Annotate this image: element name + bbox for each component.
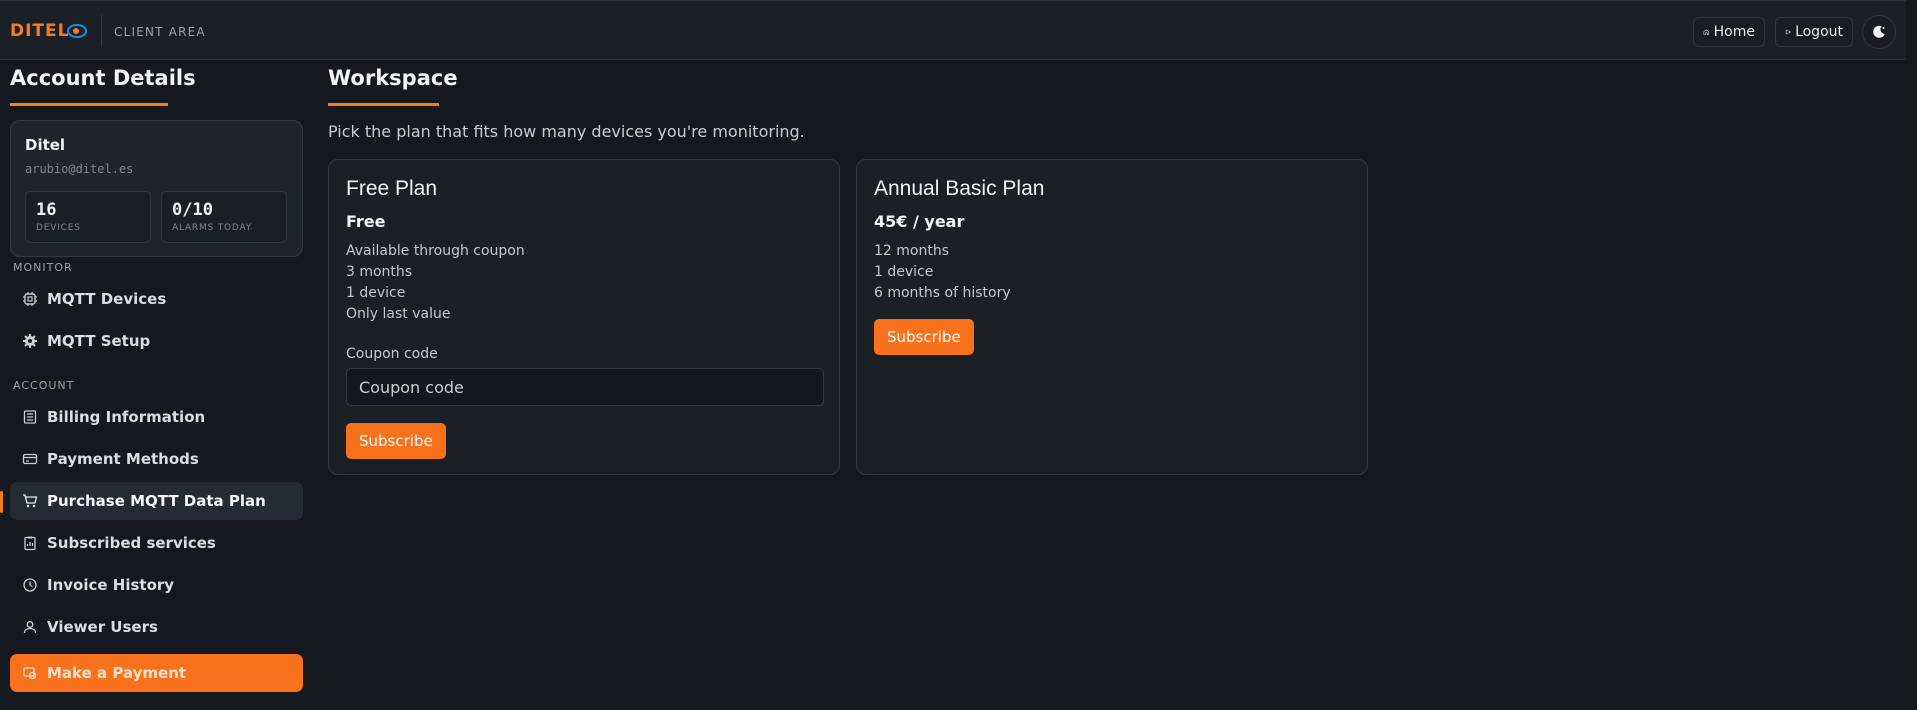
plan-feature: 1 device <box>874 264 934 280</box>
devices-label: DEVICES <box>36 223 81 233</box>
logo-text: DITEL <box>10 21 70 41</box>
sidebar-item-billing-information[interactable]: Billing Information <box>10 398 303 436</box>
sidebar-item-label: Subscribed services <box>47 534 216 552</box>
sidebar-item-label: MQTT Devices <box>47 290 167 308</box>
home-label: Home <box>1713 24 1755 40</box>
make-a-payment-button[interactable]: Make a Payment <box>10 654 303 692</box>
sidebar-item-subscribed-services[interactable]: Subscribed services <box>10 524 303 562</box>
plan-feature: 1 device <box>346 285 406 301</box>
sidebar-item-viewer-users[interactable]: Viewer Users <box>10 608 303 646</box>
plan-feature: Available through coupon <box>346 243 525 259</box>
free-plan-card: Free Plan Free Available through coupon … <box>328 159 840 475</box>
devices-count: 16 <box>36 200 57 220</box>
ditel-logo[interactable]: DITEL <box>10 20 88 42</box>
page-subtitle: Pick the plan that fits how many devices… <box>328 122 805 141</box>
devices-stat: 16 DEVICES <box>25 191 151 243</box>
home-icon <box>1703 29 1710 35</box>
credit-card-icon <box>22 453 38 465</box>
free-plan-subscribe-button[interactable]: Subscribe <box>346 423 446 459</box>
account-email: arubio@ditel.es <box>25 162 134 176</box>
sidebar-item-label: Viewer Users <box>47 618 158 636</box>
plan-name: Annual Basic Plan <box>874 177 1045 200</box>
annual-plan-subscribe-button[interactable]: Subscribe <box>874 319 974 355</box>
coupon-code-label: Coupon code <box>346 346 438 362</box>
home-button[interactable]: Home <box>1693 17 1765 47</box>
sidebar-title: Account Details <box>10 66 196 90</box>
user-icon <box>23 621 37 634</box>
monitor-section-label: MONITOR <box>13 261 73 274</box>
plan-price: 45€ / year <box>874 212 965 231</box>
logo-mark-icon <box>67 23 88 39</box>
annual-basic-plan-card: Annual Basic Plan 45€ / year 12 months 1… <box>856 159 1368 475</box>
alarms-label: ALARMS TODAY <box>172 223 253 233</box>
theme-toggle-button[interactable] <box>1862 15 1896 49</box>
clipboard-icon <box>24 536 36 551</box>
logout-button[interactable]: Logout <box>1775 17 1853 47</box>
account-name: Ditel <box>25 136 66 154</box>
gear-icon <box>23 334 37 348</box>
alarms-count: 0/10 <box>172 200 213 220</box>
sidebar-item-mqtt-devices[interactable]: MQTT Devices <box>10 280 303 318</box>
sidebar-item-label: Payment Methods <box>47 450 199 468</box>
account-section-label: ACCOUNT <box>13 379 75 392</box>
coupon-code-input[interactable] <box>346 368 824 406</box>
sidebar-item-invoice-history[interactable]: Invoice History <box>10 566 303 604</box>
plan-price: Free <box>346 212 386 231</box>
account-summary-card: Ditel arubio@ditel.es 16 DEVICES 0/10 AL… <box>10 120 303 257</box>
plan-name: Free Plan <box>346 177 438 200</box>
logout-label: Logout <box>1795 24 1843 40</box>
plan-feature: 6 months of history <box>874 285 1011 301</box>
document-icon <box>23 410 37 424</box>
sidebar-item-label: Billing Information <box>47 408 206 426</box>
sidebar-item-mqtt-setup[interactable]: MQTT Setup <box>10 322 303 360</box>
sidebar-item-purchase-mqtt-data-plan[interactable]: Purchase MQTT Data Plan <box>10 482 303 520</box>
moon-icon <box>1873 25 1885 38</box>
sidebar-item-payment-methods[interactable]: Payment Methods <box>10 440 303 478</box>
active-indicator <box>0 491 3 513</box>
plan-feature: 12 months <box>874 243 949 259</box>
chip-icon <box>23 292 37 306</box>
sidebar-title-underline <box>10 103 168 106</box>
sidebar-item-label: Invoice History <box>47 576 175 594</box>
make-a-payment-label: Make a Payment <box>47 664 187 682</box>
logout-icon <box>1785 29 1791 35</box>
cart-icon <box>23 494 38 508</box>
alarms-stat: 0/10 ALARMS TODAY <box>161 191 287 243</box>
top-bar: DITEL CLIENT AREA Home Logout <box>0 0 1906 60</box>
payment-icon <box>23 667 37 680</box>
header-divider <box>101 15 102 47</box>
page-title-underline <box>328 103 439 106</box>
sidebar-item-label: Purchase MQTT Data Plan <box>47 492 266 510</box>
sidebar-item-label: MQTT Setup <box>47 332 151 350</box>
clock-icon <box>23 578 37 592</box>
page-title: Workspace <box>328 66 458 90</box>
plan-feature: Only last value <box>346 306 451 322</box>
plan-feature: 3 months <box>346 264 413 280</box>
client-area-label: CLIENT AREA <box>114 25 206 39</box>
